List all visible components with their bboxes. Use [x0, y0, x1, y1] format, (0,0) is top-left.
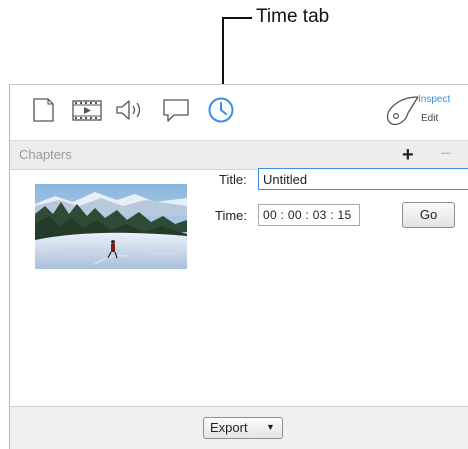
film-icon[interactable]	[72, 96, 102, 124]
title-label: Title:	[219, 172, 247, 187]
inspect-label[interactable]: Inspect	[418, 94, 450, 105]
edit-label[interactable]: Edit	[421, 113, 438, 124]
speech-bubble-icon[interactable]	[162, 96, 190, 124]
chevron-down-icon: ▼	[266, 422, 275, 432]
export-label: Export	[210, 420, 248, 435]
chapters-header: Chapters	[19, 147, 72, 162]
document-icon[interactable]	[30, 96, 58, 124]
remove-chapter-button[interactable]: −	[440, 143, 452, 166]
clock-icon[interactable]	[207, 96, 235, 124]
chapter-thumbnail[interactable]	[35, 184, 187, 269]
callout-label: Time tab	[256, 6, 330, 27]
add-chapter-button[interactable]: +	[402, 144, 414, 167]
export-dropdown[interactable]: Export ▼	[203, 417, 283, 439]
inspect-edit-toggle-icon[interactable]	[384, 95, 420, 129]
title-input[interactable]	[258, 168, 468, 190]
time-input[interactable]	[258, 204, 360, 226]
callout-line-horizontal	[222, 17, 252, 19]
chapters-header-bar	[10, 141, 468, 170]
go-button[interactable]: Go	[402, 202, 455, 228]
speaker-icon[interactable]	[114, 96, 142, 124]
time-label: Time:	[215, 208, 248, 223]
